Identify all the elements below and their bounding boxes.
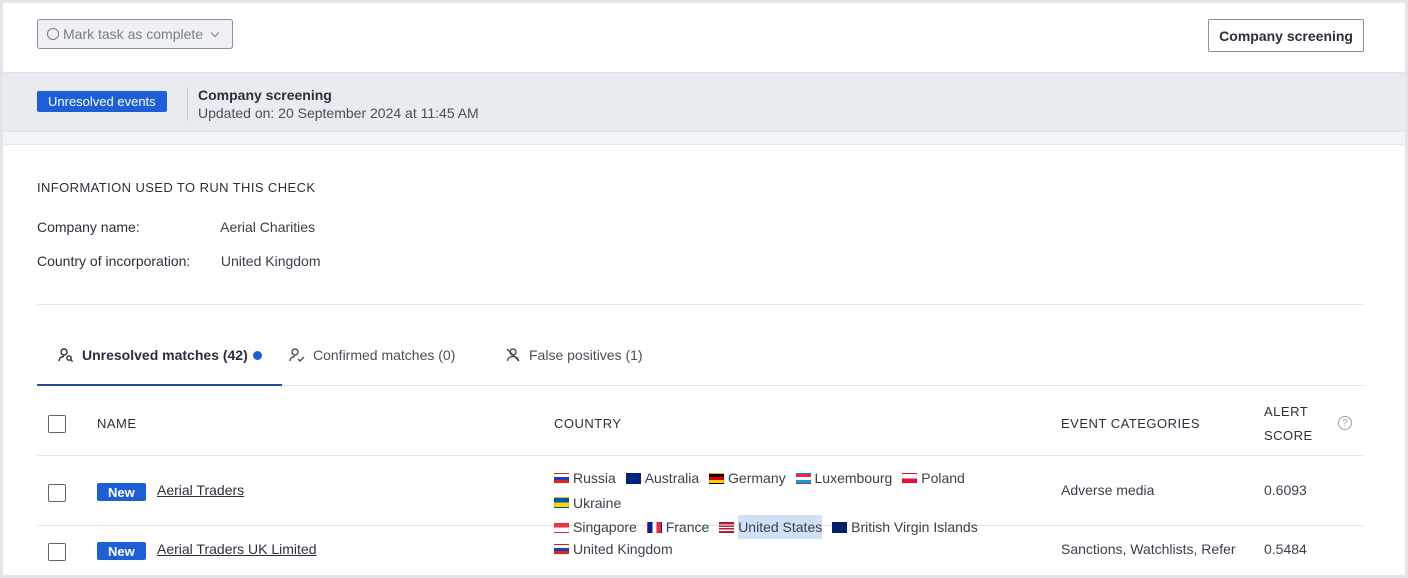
mark-task-complete-dropdown[interactable]: Mark task as complete [37, 19, 233, 49]
column-header-event-categories: EVENT CATEGORIES [1061, 416, 1200, 431]
info-heading: INFORMATION USED TO RUN THIS CHECK [37, 180, 316, 195]
mark-task-complete-label: Mark task as complete [63, 26, 204, 42]
column-header-country: COUNTRY [554, 416, 622, 431]
luxembourg-flag-icon [795, 472, 811, 484]
company-name-row: Company name: Aerial Charities [37, 219, 315, 235]
matches-table: NAME COUNTRY EVENT CATEGORIES ALERT SCOR… [37, 386, 1364, 575]
country-item: Australia [625, 466, 699, 490]
alert-score: 0.6093 [1264, 482, 1307, 498]
tab-label: Confirmed matches (0) [313, 347, 456, 363]
match-tabs: Unresolved matches (42) Confirmed matche… [37, 325, 1364, 386]
new-badge: New [97, 483, 146, 501]
match-name-link[interactable]: Aerial Traders [157, 482, 244, 498]
country-row: Country of incorporation: United Kingdom [37, 253, 321, 269]
banner-title: Company screening [198, 87, 332, 103]
tab-label: False positives (1) [529, 347, 643, 363]
new-badge: New [97, 542, 146, 560]
column-header-name: NAME [97, 416, 137, 431]
united-kingdom-flag-icon [554, 543, 569, 555]
column-header-alert-score-line2: SCORE [1264, 428, 1313, 443]
tab-unresolved-matches[interactable]: Unresolved matches (42) [37, 325, 282, 386]
select-all-checkbox[interactable] [48, 415, 66, 433]
country-value: United Kingdom [220, 253, 321, 269]
tab-label: Unresolved matches (42) [82, 347, 248, 363]
person-check-icon [289, 348, 305, 362]
circle-icon [47, 28, 59, 40]
poland-flag-icon [902, 472, 918, 484]
alert-score: 0.5484 [1264, 541, 1307, 557]
country-item: Poland [902, 466, 965, 490]
event-categories: Adverse media [1061, 482, 1155, 498]
table-row[interactable]: New Aerial Traders Russia Australia Germ… [37, 456, 1364, 539]
australia-flag-icon [625, 472, 641, 484]
germany-flag-icon [709, 472, 725, 484]
event-categories: Sanctions, Watchlists, Refer [1061, 541, 1236, 557]
country-item: Ukraine [554, 491, 621, 515]
row-checkbox[interactable] [48, 543, 66, 561]
company-name-value: Aerial Charities [220, 219, 316, 235]
updated-timestamp: Updated on: 20 September 2024 at 11:45 A… [198, 105, 479, 121]
match-name-link[interactable]: Aerial Traders UK Limited [157, 541, 317, 557]
country-item: Germany [709, 466, 786, 490]
top-bar: Mark task as complete Company screening [3, 3, 1405, 73]
table-row[interactable]: New Aerial Traders UK Limited United Kin… [37, 526, 1364, 575]
unresolved-events-badge: Unresolved events [37, 91, 167, 112]
column-header-alert-score-line1: ALERT [1264, 404, 1309, 419]
chevron-down-icon [210, 28, 220, 37]
help-icon[interactable]: ? [1338, 416, 1352, 430]
company-name-label: Company name: [37, 219, 140, 235]
tab-false-positives[interactable]: False positives (1) [505, 325, 643, 385]
country-list: United Kingdom [554, 537, 1044, 562]
country-item: Luxembourg [795, 466, 892, 490]
country-label: Country of incorporation: [37, 253, 191, 269]
table-header: NAME COUNTRY EVENT CATEGORIES ALERT SCOR… [37, 386, 1364, 456]
row-checkbox[interactable] [48, 484, 66, 502]
status-banner: Unresolved events Company screening Upda… [3, 73, 1405, 132]
screening-panel: Mark task as complete Company screening … [0, 0, 1408, 578]
russia-flag-icon [554, 472, 569, 484]
divider [37, 304, 1364, 305]
company-screening-button[interactable]: Company screening [1208, 19, 1364, 52]
unread-dot [252, 350, 262, 360]
person-off-icon [506, 348, 520, 362]
tab-confirmed-matches[interactable]: Confirmed matches (0) [289, 325, 455, 385]
country-item: Russia [554, 466, 616, 490]
country-item: United Kingdom [554, 537, 673, 561]
person-search-icon [58, 348, 74, 363]
section-spacer [3, 132, 1405, 145]
divider [187, 87, 188, 121]
ukraine-flag-icon [554, 497, 569, 508]
